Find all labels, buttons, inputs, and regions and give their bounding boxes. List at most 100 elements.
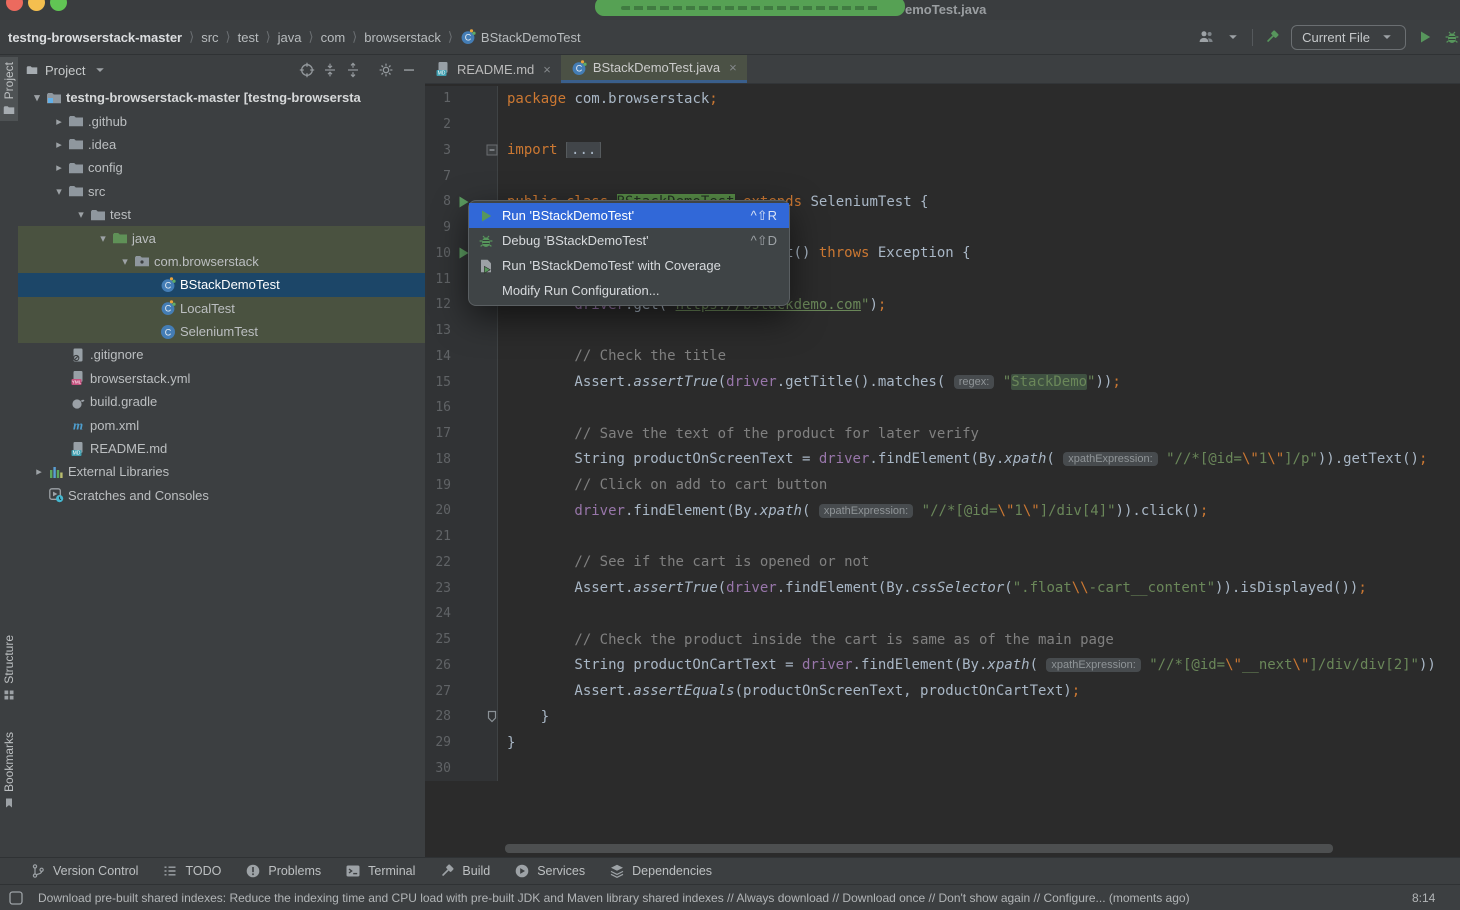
menu-item[interactable]: Run 'BStackDemoTest' with Coverage <box>469 253 789 278</box>
caret-position[interactable]: 8:14 <box>1412 891 1435 905</box>
test-class-icon: C <box>460 29 476 45</box>
close-icon[interactable]: × <box>729 60 737 75</box>
fold-region-icon[interactable] <box>484 142 500 158</box>
tool-window-button-build[interactable]: Build <box>439 863 490 879</box>
breadcrumb-item[interactable]: test <box>238 30 259 45</box>
breadcrumb-item[interactable]: com <box>321 30 346 45</box>
chevron-down-icon[interactable]: ▾ <box>94 232 112 245</box>
tool-window-stripe-structure[interactable]: Structure <box>0 630 18 706</box>
menu-item[interactable]: Debug 'BStackDemoTest'^⇧D <box>469 228 789 253</box>
tree-item[interactable]: ▸External Libraries <box>18 460 425 483</box>
gutter: 20 <box>425 498 498 524</box>
chevron-right-icon[interactable]: ▸ <box>50 115 68 128</box>
code-token <box>1158 451 1166 467</box>
breadcrumb-label: testng-browserstack-master <box>8 30 182 45</box>
breadcrumb-item[interactable]: browserstack <box>364 30 441 45</box>
tree-item[interactable]: Scratches and Consoles <box>18 484 425 507</box>
tool-window-stripe-project[interactable]: Project <box>0 57 18 121</box>
editor-tab[interactable]: CBStackDemoTest.java× <box>561 55 747 83</box>
tree-item[interactable]: CLocalTest <box>18 297 425 320</box>
minimize-window-icon[interactable] <box>28 0 45 11</box>
tree-item-label: java <box>132 231 156 246</box>
md-file-icon: MD <box>70 441 90 457</box>
tool-window-stripe-bookmarks[interactable]: Bookmarks <box>0 727 18 814</box>
code-token: ; <box>1419 451 1427 467</box>
project-panel-header: Project <box>18 55 425 85</box>
chevron-right-icon[interactable]: ▸ <box>50 138 68 151</box>
tool-window-button-services[interactable]: Services <box>514 863 585 879</box>
code-token: Assert. <box>574 683 633 699</box>
tool-window-button-dependencies[interactable]: Dependencies <box>609 863 712 879</box>
tree-item[interactable]: ▾testng-browserstack-master [testng-brow… <box>18 86 425 109</box>
expand-all-icon[interactable] <box>322 62 338 78</box>
git-file-icon <box>70 347 90 363</box>
fold-end-icon[interactable] <box>484 709 500 725</box>
tool-window-button-todo[interactable]: TODO <box>162 863 221 879</box>
zoom-window-icon[interactable] <box>50 0 67 11</box>
tree-item[interactable]: ▾com.browserstack <box>18 250 425 273</box>
close-icon[interactable]: × <box>543 62 551 77</box>
code-token: assertTrue <box>633 374 717 390</box>
run-configuration-select[interactable]: Current File <box>1291 25 1406 50</box>
tree-item[interactable]: ▾test <box>18 203 425 226</box>
menu-item[interactable]: Run 'BStackDemoTest'^⇧R <box>469 203 789 228</box>
tree-item[interactable]: .gitignore <box>18 343 425 366</box>
build-project-icon[interactable] <box>1264 29 1280 45</box>
editor-tab[interactable]: MD README.md × <box>425 55 561 83</box>
run-button[interactable] <box>1417 29 1433 45</box>
notification-balloon[interactable] <box>595 0 905 16</box>
tree-item[interactable]: YMLbrowserstack.yml <box>18 367 425 390</box>
code-text: String productOnScreenText = driver.find… <box>498 451 1460 467</box>
md-file-icon: MD <box>435 61 451 77</box>
chevron-down-icon[interactable] <box>92 62 108 78</box>
tool-window-button-label: Services <box>537 864 585 878</box>
code-line: 21 <box>425 524 1460 550</box>
chevron-down-icon[interactable] <box>1225 29 1241 45</box>
breadcrumb-item[interactable]: java <box>278 30 302 45</box>
line-number: 1 <box>425 91 451 106</box>
code-token: // See if the cart is opened or not <box>574 554 869 570</box>
tree-item[interactable]: build.gradle <box>18 390 425 413</box>
code-token: .findElement(By. <box>853 657 988 673</box>
tree-item[interactable]: MDREADME.md <box>18 437 425 460</box>
collapse-all-icon[interactable] <box>345 62 361 78</box>
breadcrumb-item[interactable]: testng-browserstack-master <box>8 30 182 45</box>
menu-item[interactable]: Modify Run Configuration... <box>469 278 789 303</box>
tree-item[interactable]: CSeleniumTest <box>18 320 425 343</box>
code-token: package <box>507 91 574 107</box>
debug-button[interactable] <box>1444 29 1460 45</box>
chevron-down-icon[interactable]: ▾ <box>28 91 46 104</box>
tree-item[interactable]: ▸config <box>18 156 425 179</box>
gear-icon[interactable] <box>378 62 394 78</box>
background-tasks-icon[interactable] <box>8 890 24 906</box>
code-with-me-icon[interactable] <box>1198 29 1214 45</box>
tree-item[interactable]: ▸.idea <box>18 133 425 156</box>
chevron-down-icon[interactable]: ▾ <box>50 185 68 198</box>
tree-item[interactable]: CBStackDemoTest <box>18 273 425 296</box>
tree-item[interactable]: mpom.xml <box>18 413 425 436</box>
gutter: 7 <box>425 163 498 189</box>
tool-window-button-terminal[interactable]: Terminal <box>345 863 415 879</box>
code-token: ]/div[4]" <box>1040 503 1116 519</box>
horizontal-scrollbar[interactable] <box>505 844 1333 853</box>
editor-tab-label: README.md <box>457 62 534 77</box>
tool-window-button-version-control[interactable]: Version Control <box>30 863 138 879</box>
tool-window-button-problems[interactable]: Problems <box>245 863 321 879</box>
select-opened-file-icon[interactable] <box>299 62 315 78</box>
chevron-right-icon[interactable]: ▸ <box>50 161 68 174</box>
tree-item[interactable]: ▾src <box>18 180 425 203</box>
project-panel-title[interactable]: Project <box>45 63 85 78</box>
breadcrumb-item[interactable]: src <box>201 30 218 45</box>
chevron-down-icon[interactable]: ▾ <box>72 208 90 221</box>
chevron-down-icon[interactable]: ▾ <box>116 255 134 268</box>
tree-item[interactable]: ▾ java <box>18 226 425 249</box>
hide-panel-icon[interactable] <box>401 62 417 78</box>
status-bar: Download pre-built shared indexes: Reduc… <box>0 884 1460 910</box>
close-window-icon[interactable] <box>6 0 23 11</box>
breadcrumb-item[interactable]: CBStackDemoTest <box>460 29 581 45</box>
svg-text:C: C <box>465 33 472 43</box>
status-message[interactable]: Download pre-built shared indexes: Reduc… <box>38 891 1400 905</box>
tree-item-label: LocalTest <box>180 301 235 316</box>
chevron-right-icon[interactable]: ▸ <box>30 465 48 478</box>
tree-item[interactable]: ▸.github <box>18 109 425 132</box>
